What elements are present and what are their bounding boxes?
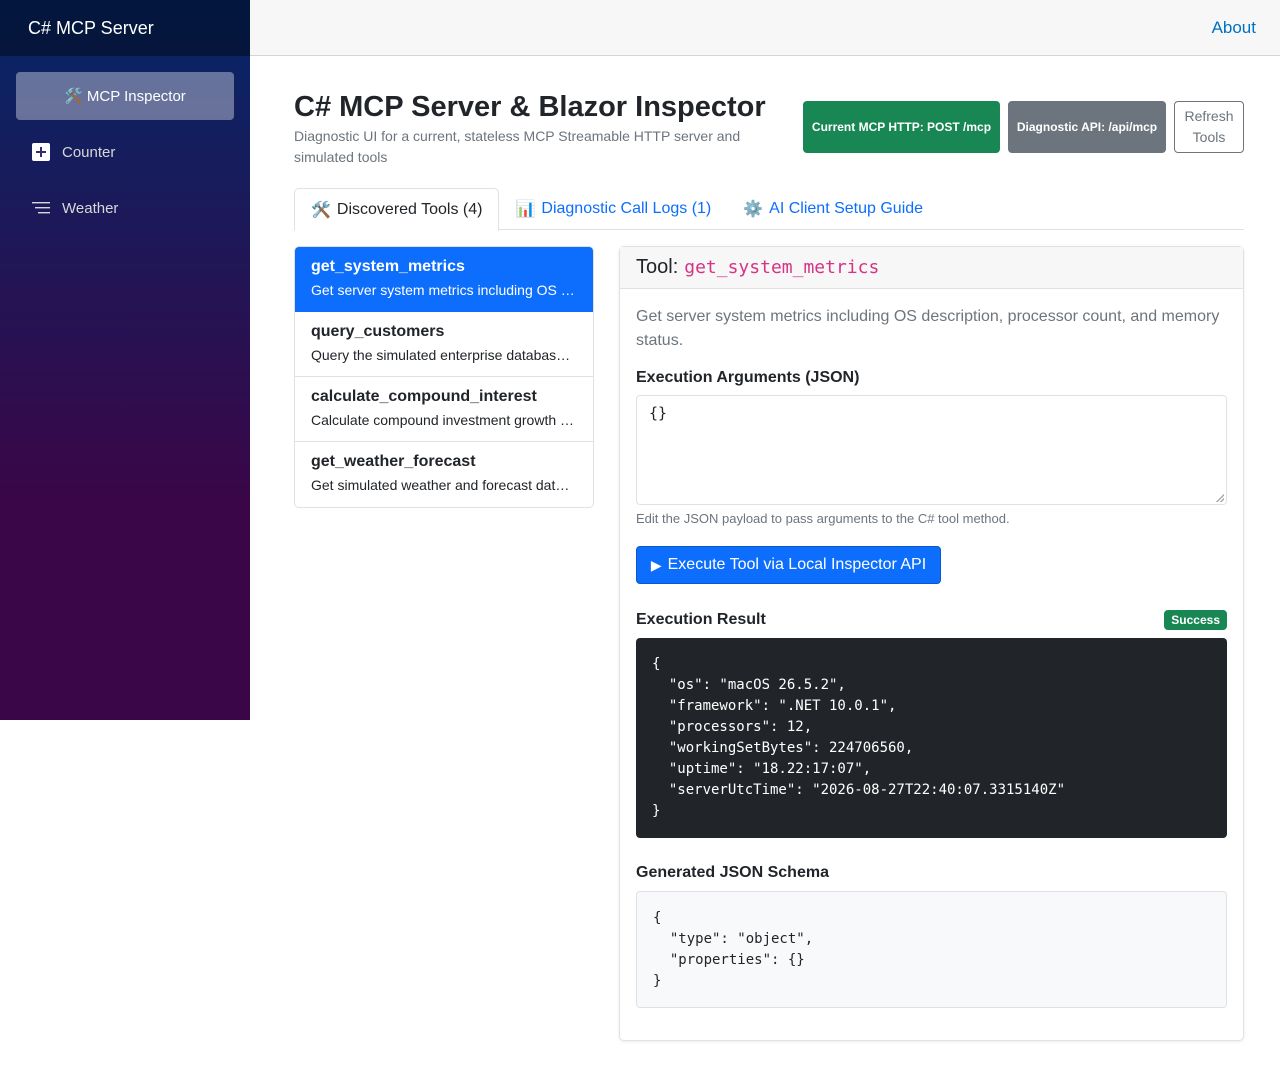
tab-bar: 🛠️ Discovered Tools (4) 📊 Diagnostic Cal… [294, 188, 1244, 231]
args-help-text: Edit the JSON payload to pass arguments … [636, 511, 1010, 526]
tab-label: Discovered Tools (4) [336, 200, 483, 218]
brand-title[interactable]: C# MCP Server [28, 18, 154, 39]
sidebar-item-counter[interactable]: Counter [16, 128, 234, 176]
args-json-input[interactable]: {} [636, 395, 1227, 505]
sidebar-item-mcp-inspector[interactable]: 🛠️ MCP Inspector [16, 72, 234, 120]
tool-name: query_customers [311, 323, 445, 340]
tools-icon: 🛠️ [64, 88, 83, 105]
tool-name: get_system_metrics [311, 258, 465, 275]
plus-square-icon [32, 143, 50, 161]
tool-description: Calculate compound investment growth ove… [311, 412, 577, 428]
args-value: {} [649, 404, 668, 422]
top-bar: About [250, 0, 1280, 56]
list-item[interactable]: calculate_compound_interest Calculate co… [295, 377, 593, 442]
refresh-tools-button[interactable]: Refresh Tools [1174, 101, 1244, 153]
execute-tool-button[interactable]: ▶ Execute Tool via Local Inspector API [636, 546, 941, 584]
sidebar-item-weather[interactable]: Weather [16, 184, 234, 232]
sidebar-item-label: MCP Inspector [86, 87, 186, 105]
gear-icon: ⚙️ [743, 201, 764, 218]
json-schema-output: { "type": "object", "properties": {} } [636, 891, 1227, 1008]
brand-bar: C# MCP Server [0, 0, 250, 56]
main-content: C# MCP Server & Blazor Inspector Diagnos… [294, 56, 1244, 1041]
sidebar: C# MCP Server 🛠️ MCP Inspector Counter W… [0, 0, 250, 720]
tool-description: Get simulated weather and forecast data … [311, 477, 577, 493]
list-item[interactable]: get_weather_forecast Get simulated weath… [295, 442, 593, 507]
tab-setup-guide[interactable]: ⚙️ AI Client Setup Guide [727, 188, 939, 230]
play-icon: ▶ [650, 556, 662, 573]
tool-description: Get server system metrics including OS d… [636, 308, 1220, 349]
status-badge: Success [1164, 610, 1227, 630]
tools-icon: 🛠️ [311, 201, 331, 219]
schema-title: Generated JSON Schema [636, 864, 829, 881]
chart-icon: 📊 [515, 201, 536, 218]
tab-call-logs[interactable]: 📊 Diagnostic Call Logs (1) [499, 188, 727, 230]
tool-label: Tool: [636, 256, 679, 278]
result-title: Execution Result [636, 611, 766, 628]
tool-detail-body: Get server system metrics including OS d… [620, 289, 1243, 1040]
args-title: Execution Arguments (JSON) [636, 369, 860, 386]
tab-label: AI Client Setup Guide [769, 200, 924, 217]
sidebar-item-label: Weather [62, 199, 119, 217]
tool-list: get_system_metrics Get server system met… [294, 246, 594, 508]
page-subtitle: Diagnostic UI for a current, stateless M… [294, 128, 741, 165]
tools-panel: get_system_metrics Get server system met… [294, 246, 1244, 1041]
tool-description: Query the simulated enterprise database … [311, 347, 577, 363]
tool-name-code: get_system_metrics [684, 257, 880, 278]
tool-detail-header: Tool: get_system_metrics [620, 247, 1243, 289]
execute-label: Execute Tool via Local Inspector API [667, 556, 927, 573]
execution-result-output: { "os": "macOS 26.5.2", "framework": ".N… [636, 638, 1227, 838]
list-item[interactable]: query_customers Query the simulated ente… [295, 312, 593, 377]
list-item[interactable]: get_system_metrics Get server system met… [295, 247, 593, 312]
mcp-http-badge: Current MCP HTTP: POST /mcp [803, 101, 1000, 153]
page-title: C# MCP Server & Blazor Inspector [294, 91, 766, 123]
result-header: Execution Result Success [636, 610, 1227, 630]
diagnostic-api-badge: Diagnostic API: /api/mcp [1008, 101, 1166, 153]
about-link[interactable]: About [1212, 18, 1256, 38]
tool-description: Get server system metrics including OS d… [311, 282, 577, 298]
tab-label: Diagnostic Call Logs (1) [541, 200, 712, 217]
tool-name: get_weather_forecast [311, 453, 476, 470]
tool-name: calculate_compound_interest [311, 388, 537, 405]
page-header: C# MCP Server & Blazor Inspector Diagnos… [294, 92, 1244, 168]
tool-detail-card: Tool: get_system_metrics Get server syst… [619, 246, 1244, 1041]
list-icon [32, 199, 50, 217]
tab-discovered-tools[interactable]: 🛠️ Discovered Tools (4) [294, 188, 500, 231]
resize-handle[interactable] [1216, 494, 1224, 502]
sidebar-item-label: Counter [62, 143, 116, 161]
sidebar-nav: 🛠️ MCP Inspector Counter Weather [0, 56, 250, 232]
header-actions: Current MCP HTTP: POST /mcp Diagnostic A… [803, 101, 1244, 153]
